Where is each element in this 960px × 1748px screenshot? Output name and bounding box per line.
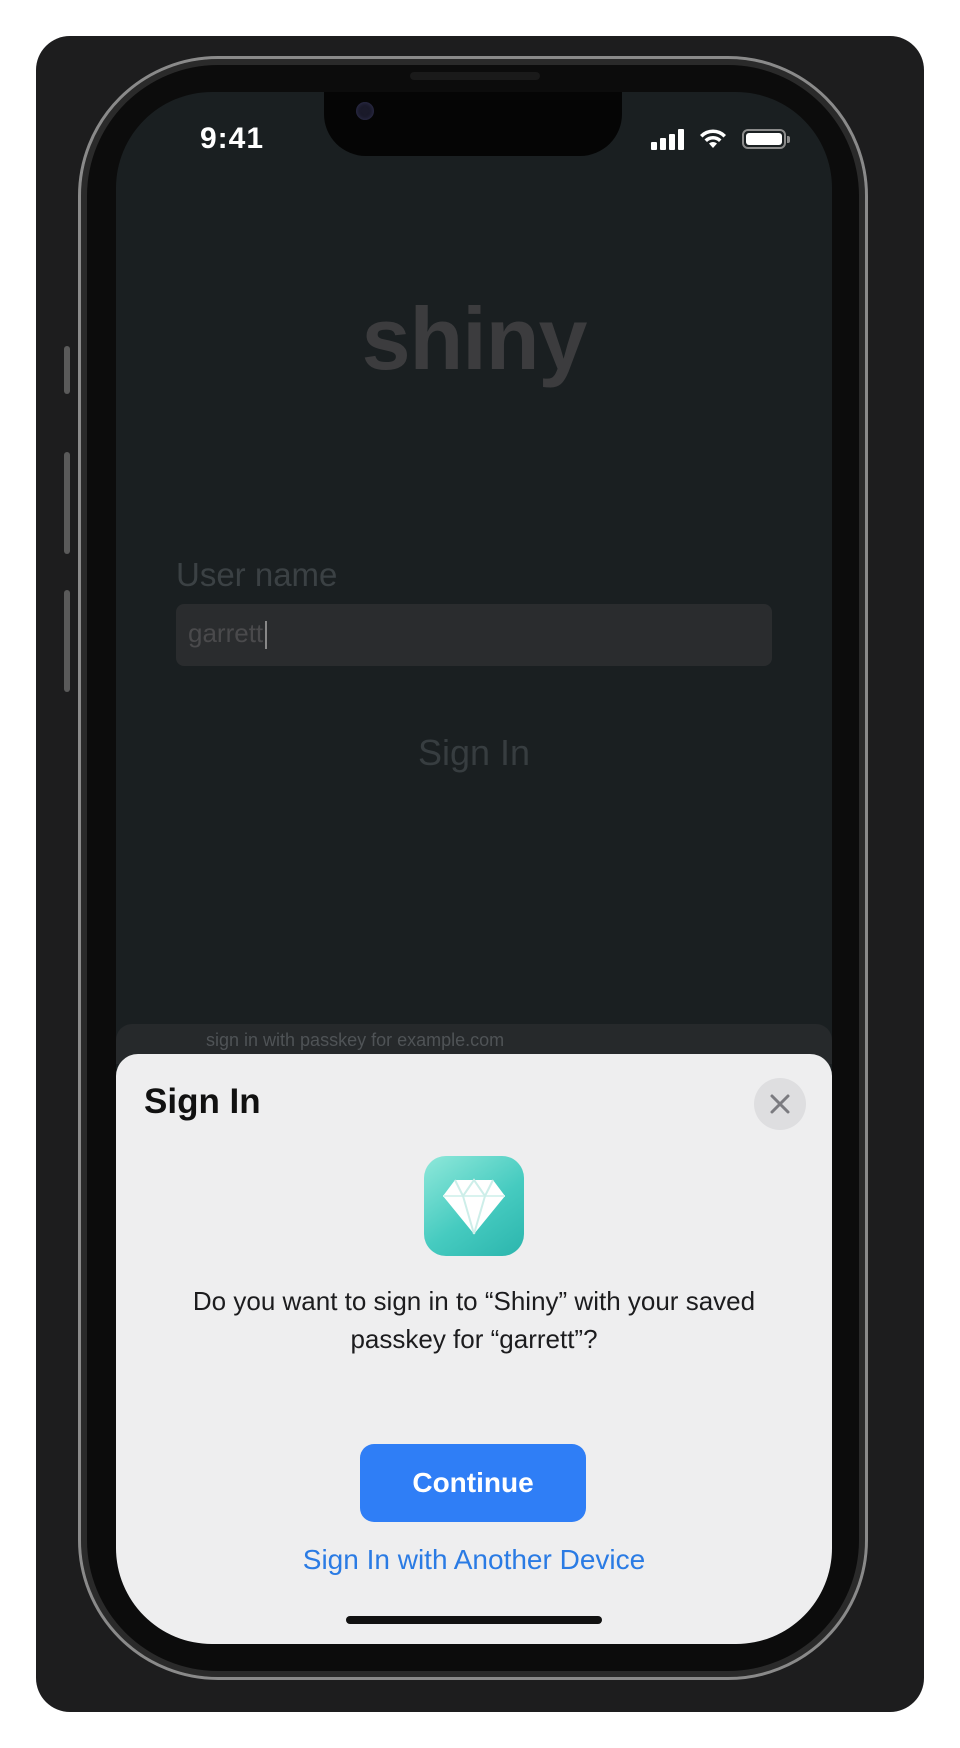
username-input[interactable]: garrett <box>176 604 772 666</box>
mute-switch <box>64 346 70 394</box>
front-camera <box>356 102 374 120</box>
sheet-title: Sign In <box>144 1082 261 1121</box>
home-indicator[interactable] <box>346 1616 602 1624</box>
username-value: garrett <box>188 618 264 648</box>
signal-icon <box>651 128 684 150</box>
shiny-app-icon <box>424 1156 524 1256</box>
volume-down-button <box>64 590 70 692</box>
close-button[interactable] <box>754 1078 806 1130</box>
passkey-sign-in-sheet: Sign In Do you want to sign in to “Shiny… <box>116 1054 832 1644</box>
partial-sheet-text: sign in with passkey for example.com <box>206 1030 505 1050</box>
status-icons <box>651 128 790 150</box>
phone-screen: 9:41 shiny User name garrett Sign In sig… <box>116 92 832 1644</box>
status-time: 9:41 <box>200 122 265 155</box>
wifi-icon <box>700 129 726 148</box>
volume-up-button <box>64 452 70 554</box>
app-logo: shiny <box>361 289 588 388</box>
battery-icon <box>742 129 790 149</box>
close-icon <box>770 1094 790 1114</box>
earpiece <box>410 72 540 80</box>
notch <box>324 92 622 156</box>
username-label: User name <box>176 556 338 593</box>
diamond-icon <box>443 1178 505 1235</box>
text-caret <box>265 621 268 650</box>
sheet-message: Do you want to sign in to “Shiny” with y… <box>192 1286 756 1354</box>
battery-level <box>746 133 782 145</box>
sign-in-another-device-link[interactable]: Sign In with Another Device <box>116 1544 832 1576</box>
continue-button[interactable]: Continue <box>360 1444 586 1522</box>
background-sign-in-button[interactable]: Sign In <box>116 732 832 774</box>
